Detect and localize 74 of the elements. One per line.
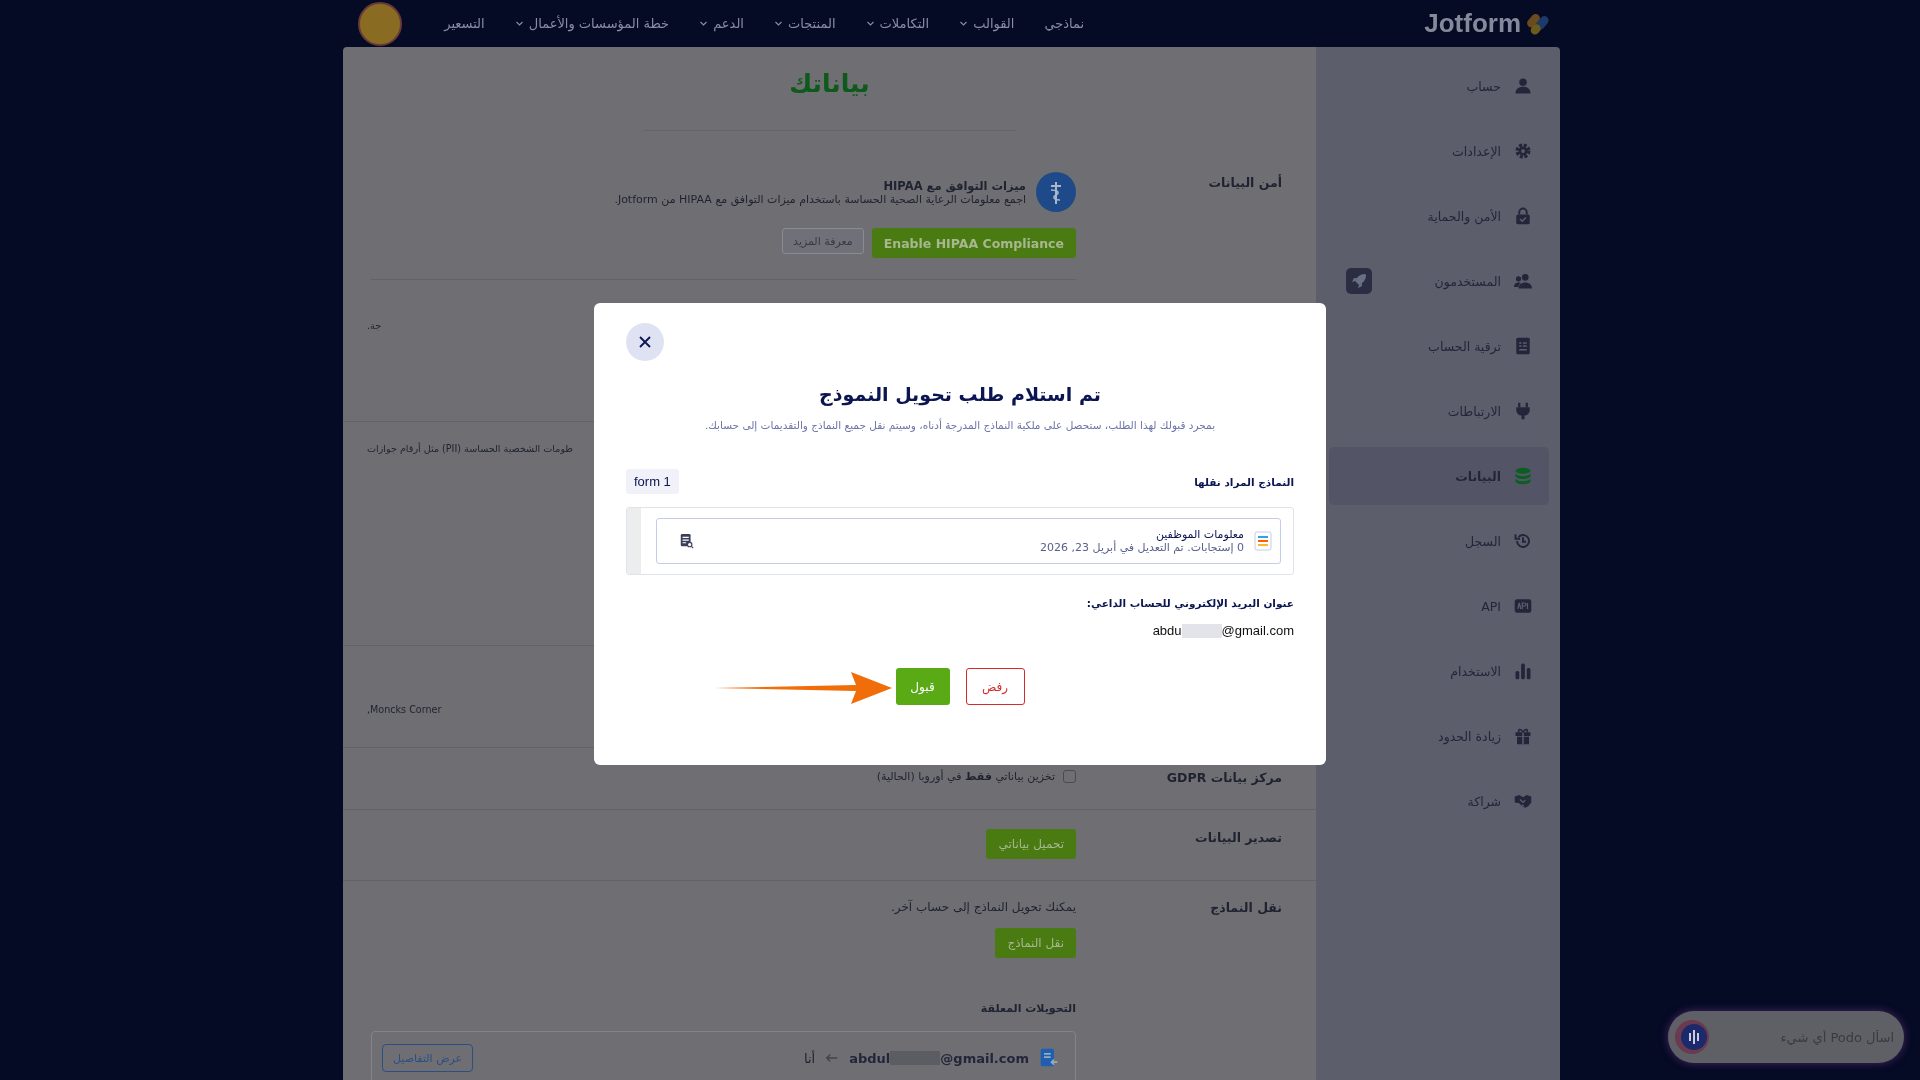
section-heading: أمن البيانات — [1207, 173, 1283, 192]
forms-label: النماذج المراد نقلها — [1194, 475, 1294, 488]
form-details: 0 إستجابات. تم التعديل في أبريل 23, 2026 — [1040, 541, 1244, 554]
section-heading: نقل النماذج — [1209, 899, 1283, 917]
gear-icon — [1514, 142, 1532, 160]
lock-icon — [1514, 207, 1532, 225]
caduceus-icon — [1036, 172, 1076, 212]
inviter-email-label: عنوان البريد الإلكتروني للحساب الداعي: — [1085, 597, 1294, 609]
nav-menu-item[interactable]: خطة المؤسسات والأعمال — [514, 16, 670, 31]
person-icon — [1514, 77, 1532, 95]
partial-text: طومات الشخصية الحساسة (PII) مثل أرقام جوازات — [367, 443, 573, 454]
transfer-forms-button[interactable]: نقل النماذج — [995, 928, 1076, 958]
section-heading: تصدير البيانات — [1194, 829, 1283, 847]
plug-icon — [1514, 402, 1532, 420]
email-text: abdul — [849, 1050, 891, 1066]
form-transfer-icon — [1039, 1047, 1059, 1069]
sidebar-item[interactable]: شراكة — [1329, 772, 1549, 830]
sidebar-item[interactable]: السجل — [1329, 512, 1549, 570]
partial-text: Moncks Corner, — [367, 704, 442, 715]
pending-transfers-label: التحويلات المعلقة — [980, 1002, 1076, 1015]
email-text: @gmail.com — [1221, 623, 1294, 638]
download-data-button[interactable]: تحميل بياناتي — [986, 829, 1076, 859]
nav-menu-item[interactable]: المنتجات — [774, 16, 836, 31]
partial-text: جة. — [367, 320, 382, 331]
sidebar-item[interactable]: زيادة الحدود — [1329, 707, 1549, 765]
sidebar-item[interactable]: الاستخدام — [1329, 642, 1549, 700]
nav-menu-item[interactable]: القوالب — [959, 16, 1015, 31]
form-item[interactable]: معلومات الموظفين 0 إستجابات. تم التعديل في أبريل 23, 2026 — [656, 518, 1281, 564]
feature-description: اجمع معلومات الرعاية الصحية الحساسة باستخدام ميزات التوافق مع HIPAA من Jotform. — [614, 192, 1026, 206]
database-icon — [1514, 467, 1532, 485]
form-name: معلومات الموظفين — [1154, 528, 1244, 541]
logo-text: Jotform — [1424, 8, 1521, 39]
dialog-title: تم استلام طلب تحويل النموذج — [818, 383, 1102, 405]
people-icon — [1514, 272, 1532, 290]
close-icon — [639, 336, 651, 348]
arrow-left-icon — [825, 1052, 840, 1064]
accept-button[interactable]: قبول — [895, 668, 950, 705]
nav-menu-item[interactable]: الدعم — [699, 16, 744, 31]
invoice-icon — [1514, 337, 1532, 355]
sidebar-item[interactable]: ترقية الحساب — [1329, 317, 1549, 375]
reject-button[interactable]: رفض — [965, 668, 1025, 705]
redaction-block — [1181, 623, 1222, 638]
email-text: abdu — [1152, 623, 1182, 638]
recipient-label: أنا — [804, 1050, 816, 1066]
form-count-tag: form 1 — [626, 469, 679, 494]
section-heading: مركز بيانات GDPR — [1165, 769, 1283, 787]
sidebar-item[interactable]: المستخدمون — [1329, 252, 1549, 310]
enable-hipaa-button[interactable]: Enable HIPAA Compliance — [871, 228, 1076, 258]
nav-menu-item[interactable]: التسعير — [444, 16, 485, 31]
handshake-icon — [1514, 792, 1532, 810]
gift-icon — [1514, 727, 1532, 745]
voice-assistant-icon — [1674, 1019, 1710, 1055]
sidebar-item[interactable]: API — [1329, 577, 1549, 635]
sidebar-item[interactable]: حساب — [1329, 57, 1549, 115]
page-title: بياناتك — [789, 69, 870, 98]
close-button[interactable] — [626, 323, 664, 361]
email-text: @gmail.com — [940, 1050, 1029, 1066]
checkbox[interactable] — [1063, 770, 1076, 783]
sidebar-item[interactable]: الإعدادات — [1329, 122, 1549, 180]
bar-chart-icon — [1514, 662, 1532, 680]
form-icon — [1254, 531, 1272, 551]
document-search-icon — [679, 533, 695, 549]
checkbox-label: تخزين بياناتي فقط في أوروبا (الحالية) — [876, 770, 1055, 783]
api-icon — [1514, 597, 1532, 615]
dialog-description: بمجرد قبولك لهذا الطلب، ستحصل على ملكية النماذج المدرجة أدناه، وسيتم نقل جميع النماذج والتقديمات إلى حسابك. — [703, 419, 1217, 431]
view-details-button[interactable]: عرض التفاصيل — [382, 1044, 474, 1072]
avatar — [358, 1, 402, 46]
sidebar-item[interactable]: الارتباطات — [1329, 382, 1549, 440]
feature-title: ميزات التوافق مع HIPAA — [882, 178, 1026, 193]
nav-menu-item[interactable]: نماذجي — [1044, 16, 1085, 31]
clock-icon — [1514, 532, 1532, 550]
nav-menu-item[interactable]: التكاملات — [865, 16, 930, 31]
section-description: يمكنك تحويل النماذج إلى حساب آخر. — [891, 900, 1076, 914]
sidebar-item[interactable]: الأمن والحماية — [1329, 187, 1549, 245]
